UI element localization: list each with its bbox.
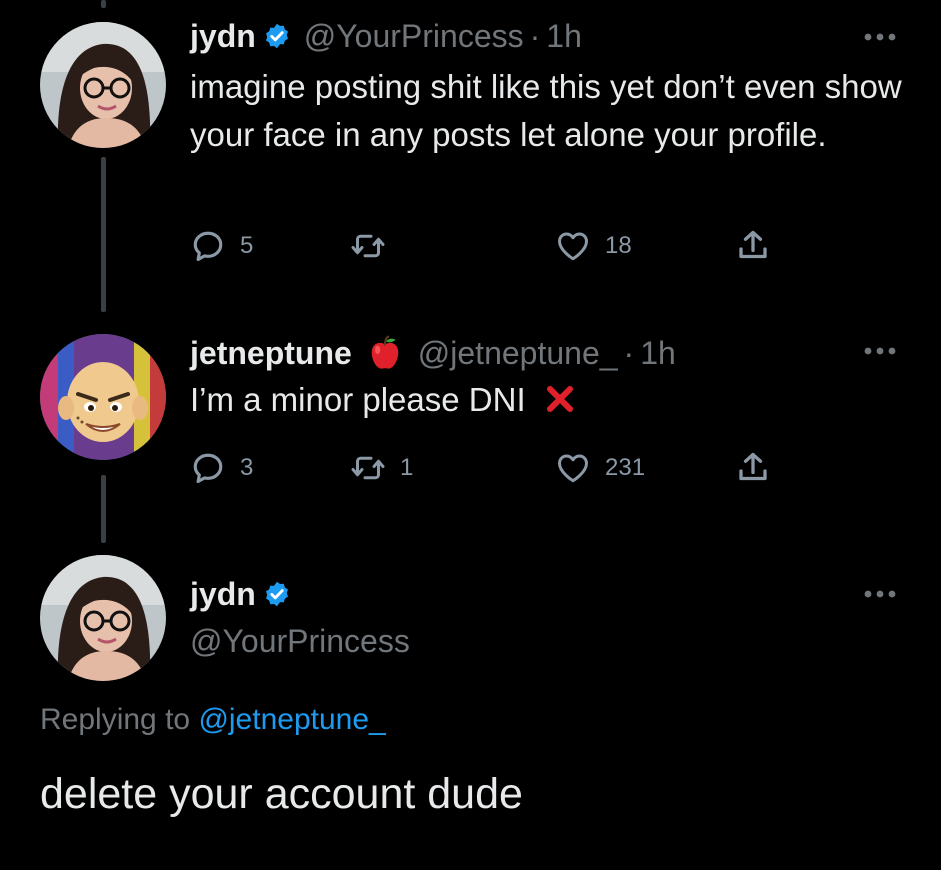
main-tweet-text: delete your account dude — [40, 770, 523, 818]
heart-icon — [558, 232, 588, 261]
display-name[interactable]: jetneptune — [190, 337, 352, 369]
avatar[interactable] — [40, 334, 166, 460]
thread-connector-2 — [101, 475, 106, 543]
thread-connector-top — [101, 0, 106, 8]
reply-icon — [193, 453, 223, 484]
handle[interactable]: @jetneptune_ — [418, 337, 618, 369]
thread-connector-1 — [101, 157, 106, 312]
handle[interactable]: @YourPrincess — [190, 623, 410, 660]
retweet-icon — [351, 456, 385, 480]
tweet-text: I’m a minor please DNI — [190, 376, 910, 424]
verified-badge-icon — [265, 23, 288, 49]
more-horizontal-icon[interactable] — [863, 32, 897, 42]
handle[interactable]: @YourPrincess — [304, 20, 524, 52]
retweet-button[interactable] — [350, 226, 400, 266]
retweet-icon — [351, 234, 385, 258]
tweet-text: imagine posting shit like this yet don’t… — [190, 68, 902, 153]
like-count: 18 — [605, 232, 632, 259]
heart-icon — [558, 454, 588, 483]
separator-dot: · — [529, 18, 541, 54]
separator-dot: · — [623, 335, 635, 371]
like-button[interactable]: 231 — [555, 448, 645, 488]
share-button[interactable] — [735, 226, 771, 266]
tweet-header: jydn @YourPrincess · 1h — [190, 20, 582, 52]
like-button[interactable]: 18 — [555, 226, 632, 266]
verified-badge-icon — [265, 581, 288, 607]
display-name[interactable]: jydn — [190, 578, 256, 610]
replying-to-line: Replying to @jetneptune_ — [40, 703, 386, 737]
reply-icon — [193, 231, 223, 262]
timestamp[interactable]: 1h — [546, 20, 582, 52]
more-horizontal-icon[interactable] — [863, 346, 897, 356]
reply-button[interactable]: 5 — [190, 226, 253, 266]
reply-count: 3 — [240, 454, 254, 481]
retweet-count: 1 — [400, 454, 414, 481]
timestamp[interactable]: 1h — [640, 337, 676, 369]
tweet-actions: 3 1 231 — [190, 448, 790, 488]
red-apple-icon — [371, 335, 399, 369]
tweet-header: jetneptune @jetneptune_ · 1h — [190, 334, 676, 372]
display-name[interactable]: jydn — [190, 20, 256, 52]
like-count: 231 — [605, 454, 646, 481]
author-name-row: jydn — [190, 578, 291, 610]
tweet-actions: 5 18 — [190, 226, 790, 266]
avatar[interactable] — [40, 22, 166, 148]
reply-count: 5 — [240, 232, 254, 259]
replying-to-mention[interactable]: @jetneptune_ — [198, 703, 385, 736]
share-icon — [739, 452, 767, 481]
share-icon — [739, 230, 767, 259]
share-button[interactable] — [735, 448, 771, 488]
avatar[interactable] — [40, 555, 166, 681]
reply-button[interactable]: 3 — [190, 448, 253, 488]
more-horizontal-icon[interactable] — [863, 589, 897, 599]
cross-mark-icon — [546, 386, 573, 412]
replying-to-prefix: Replying to — [40, 703, 191, 736]
retweet-button[interactable]: 1 — [350, 448, 413, 488]
tweet-text-content: I’m a minor please DNI — [190, 381, 526, 418]
